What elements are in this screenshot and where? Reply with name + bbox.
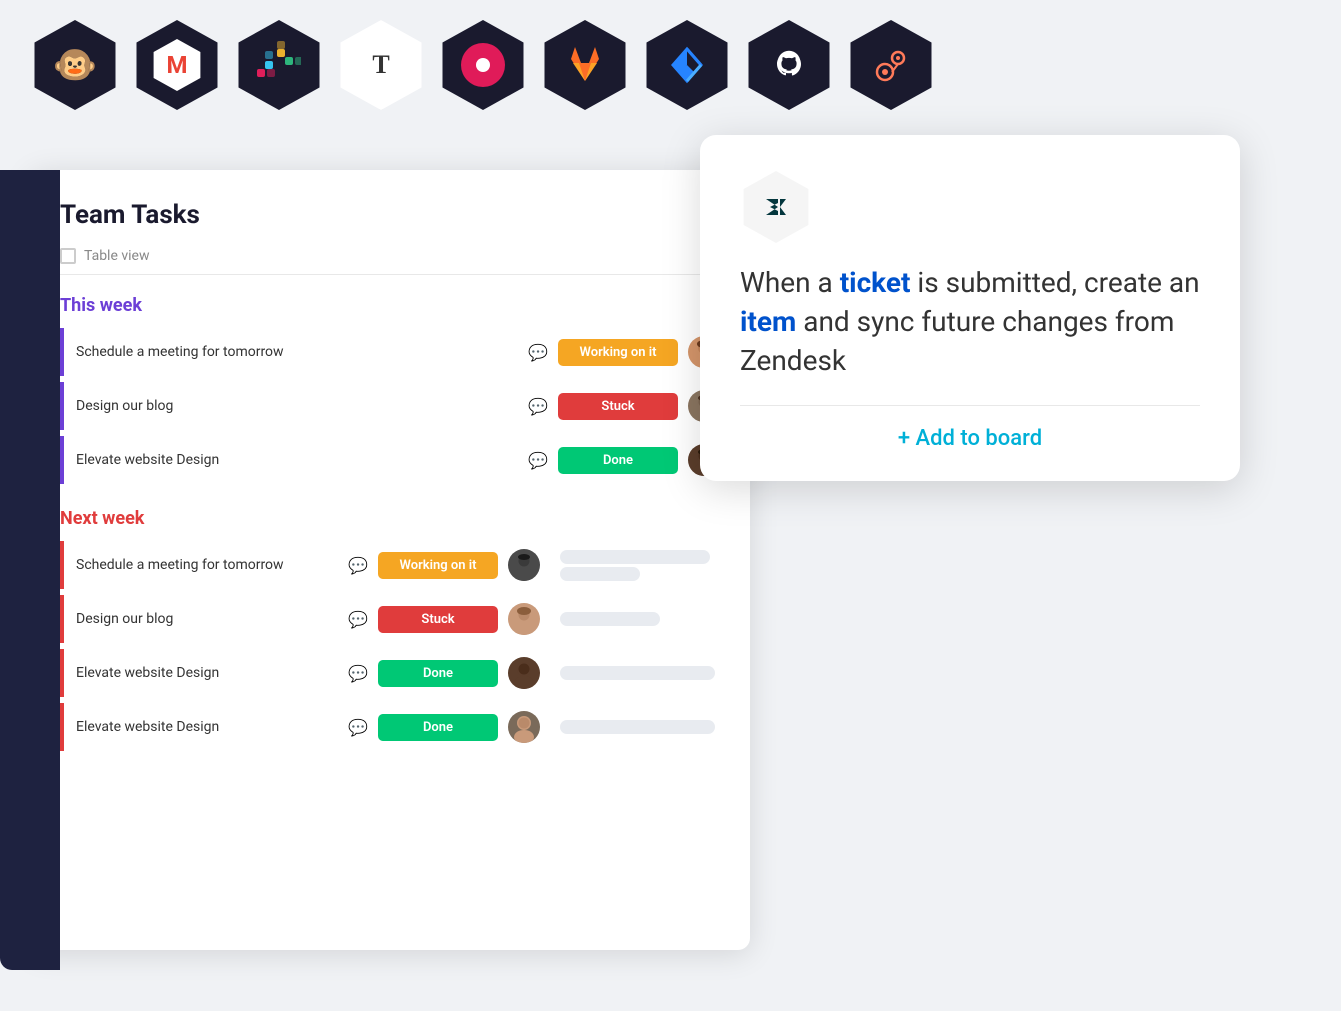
task-name: Elevate website Design	[76, 452, 518, 468]
gitlab-icon[interactable]	[540, 20, 630, 110]
gmail-icon[interactable]: M	[132, 20, 222, 110]
integrations-row: 🐵 M T	[0, 0, 966, 130]
task-row: Elevate website Design 💬 Done	[60, 436, 720, 484]
board-title: Team Tasks	[60, 200, 720, 230]
status-badge[interactable]: Working on it	[378, 552, 498, 579]
table-view-checkbox[interactable]	[60, 248, 76, 264]
status-badge[interactable]: Done	[558, 447, 678, 474]
this-week-section: This week Schedule a meeting for tomorro…	[60, 295, 720, 484]
table-view-label: Table view	[84, 248, 150, 264]
desc-suffix: and sync future changes from Zendesk	[740, 305, 1174, 377]
chat-icon[interactable]: 💬	[348, 610, 368, 629]
task-row: Elevate website Design 💬 Done	[60, 703, 720, 751]
ticket-word: ticket	[840, 266, 911, 299]
jira-icon[interactable]	[642, 20, 732, 110]
card-divider	[740, 405, 1200, 406]
status-badge[interactable]: Working on it	[558, 339, 678, 366]
task-row: Elevate website Design 💬 Done	[60, 649, 720, 697]
zendesk-description: When a ticket is submitted, create an it…	[740, 263, 1200, 381]
task-board: Team Tasks Table view This week Schedule…	[30, 170, 750, 950]
task-name: Schedule a meeting for tomorrow	[76, 557, 338, 573]
task-name: Schedule a meeting for tomorrow	[76, 344, 518, 360]
hubspot-icon[interactable]	[846, 20, 936, 110]
next-week-section: Next week Schedule a meeting for tomorro…	[60, 508, 720, 751]
avatar	[508, 657, 540, 689]
zendesk-card: When a ticket is submitted, create an it…	[700, 135, 1240, 481]
status-badge[interactable]: Done	[378, 714, 498, 741]
typeform-icon[interactable]: T	[336, 20, 426, 110]
chat-icon[interactable]: 💬	[528, 343, 548, 362]
status-badge[interactable]: Done	[378, 660, 498, 687]
item-word: item	[740, 305, 796, 338]
chat-icon[interactable]: 💬	[348, 556, 368, 575]
desc-mid: is submitted, create an	[910, 266, 1199, 299]
mailchimp-icon[interactable]: 🐵	[30, 20, 120, 110]
github-icon[interactable]	[744, 20, 834, 110]
add-to-board-button[interactable]: + Add to board	[740, 426, 1200, 451]
toggl-icon[interactable]	[438, 20, 528, 110]
avatar	[508, 549, 540, 581]
task-name: Elevate website Design	[76, 665, 338, 681]
task-name: Elevate website Design	[76, 719, 338, 735]
chat-icon[interactable]: 💬	[348, 718, 368, 737]
table-view-toggle[interactable]: Table view	[60, 248, 720, 275]
zendesk-logo-svg	[754, 185, 798, 229]
task-row: Schedule a meeting for tomorrow 💬 Workin…	[60, 541, 720, 589]
desc-prefix: When a	[740, 266, 840, 299]
avatar	[508, 603, 540, 635]
task-row: Design our blog 💬 Stuck	[60, 595, 720, 643]
chat-icon[interactable]: 💬	[528, 451, 548, 470]
sidebar-panel	[0, 170, 60, 970]
this-week-title: This week	[60, 295, 720, 316]
task-name: Design our blog	[76, 611, 338, 627]
chat-icon[interactable]: 💬	[348, 664, 368, 683]
zendesk-hex-logo	[740, 171, 812, 243]
avatar	[508, 711, 540, 743]
next-week-title: Next week	[60, 508, 720, 529]
task-row: Design our blog 💬 Stuck	[60, 382, 720, 430]
task-name: Design our blog	[76, 398, 518, 414]
status-badge[interactable]: Stuck	[378, 606, 498, 633]
slack-icon[interactable]	[234, 20, 324, 110]
chat-icon[interactable]: 💬	[528, 397, 548, 416]
status-badge[interactable]: Stuck	[558, 393, 678, 420]
task-row: Schedule a meeting for tomorrow 💬 Workin…	[60, 328, 720, 376]
